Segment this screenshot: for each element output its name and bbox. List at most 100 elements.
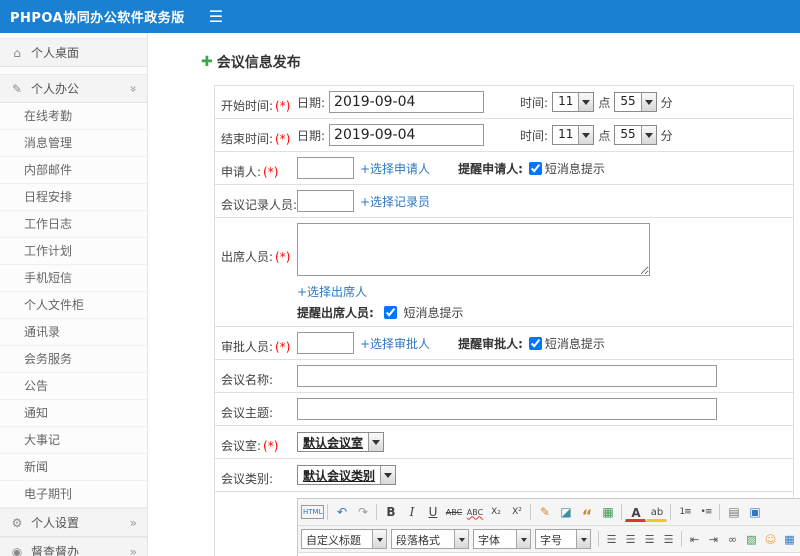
field-label: 结束时间: (*) — [215, 119, 291, 147]
sidebar-item-attendance[interactable]: 在线考勤 — [0, 103, 147, 130]
field-area — [291, 360, 793, 392]
approver-sms-checkbox[interactable] — [528, 336, 542, 350]
font-color-icon[interactable]: A — [625, 506, 647, 522]
sidebar-item-messages[interactable]: 消息管理 — [0, 130, 147, 157]
paragraph-format-select[interactable]: 段落格式 — [391, 529, 469, 549]
label-text: 会议记录人员: — [221, 198, 298, 212]
meeting-room-select[interactable]: 默认会议室 — [297, 432, 385, 452]
approver-input[interactable] — [297, 332, 354, 354]
sidebar-section-supervision[interactable]: ◉ 督查督办 » — [0, 537, 147, 556]
sidebar-item-e-journal[interactable]: 电子期刊 — [0, 481, 147, 508]
align-justify-icon[interactable]: ☰ — [659, 530, 678, 549]
sidebar-item-events[interactable]: 大事记 — [0, 427, 147, 454]
sms-label: 短消息提示 — [544, 336, 605, 351]
align-right-icon[interactable]: ☰ — [640, 530, 659, 549]
indent-icon[interactable]: ⇥ — [704, 530, 723, 549]
sidebar-item-meeting-service[interactable]: 会务服务 — [0, 346, 147, 373]
applicant-input[interactable] — [297, 157, 354, 179]
superscript-icon[interactable]: X² — [506, 502, 527, 523]
italic-icon[interactable]: I — [401, 502, 422, 523]
choose-recorder-link[interactable]: +选择记录员 — [360, 193, 430, 210]
editor-toolbar-row1: HTML ↶ ↷ B I U ABC ABC X₂ X² ✎ ◪ “ ▦ A a… — [298, 499, 800, 526]
underline-icon[interactable]: U — [422, 502, 443, 523]
sidebar-item-news[interactable]: 新闻 — [0, 454, 147, 481]
form-row-meeting-category: 会议类别: 默认会议类别 — [215, 459, 793, 492]
insert-table-icon[interactable]: ▦ — [780, 530, 799, 549]
hamburger-menu-icon[interactable]: ☰ — [209, 8, 223, 25]
spellcheck-icon[interactable]: ABC — [464, 502, 485, 523]
select-value: 默认会议室 — [303, 436, 364, 450]
sidebar-item-work-log[interactable]: 工作日志 — [0, 211, 147, 238]
sidebar-item-notices[interactable]: 通知 — [0, 400, 147, 427]
subscript-icon[interactable]: X₂ — [485, 502, 506, 523]
meeting-category-select[interactable]: 默认会议类别 — [297, 465, 397, 485]
form-row-attendees: 出席人员: (*) +选择出席人 提醒出席人员: 短消息提示 — [215, 218, 793, 327]
attendees-textarea[interactable] — [297, 223, 650, 276]
sidebar-section-settings[interactable]: ⚙ 个人设置 » — [0, 508, 147, 537]
recorder-input[interactable] — [297, 190, 354, 212]
bold-icon[interactable]: B — [380, 502, 401, 523]
page-break-icon[interactable]: ▤ — [723, 502, 744, 523]
field-area: +选择审批人 提醒审批人: 短消息提示 — [291, 327, 793, 359]
sidebar-item-sms[interactable]: 手机短信 — [0, 265, 147, 292]
undo-icon[interactable]: ↶ — [331, 502, 352, 523]
choose-approver-link[interactable]: +选择审批人 — [360, 335, 430, 352]
start-minute-select[interactable]: 55 — [614, 92, 657, 112]
date-label: 日期: — [297, 95, 326, 110]
emoticon-icon[interactable]: ☺ — [761, 530, 780, 549]
fullscreen-icon[interactable]: ▣ — [744, 502, 765, 523]
select-value: 默认会议类别 — [303, 469, 376, 483]
remind-approver-label: 提醒审批人: — [458, 336, 523, 351]
link-icon[interactable]: ∞ — [723, 530, 742, 549]
quick-format-icon[interactable]: ✎ — [534, 502, 555, 523]
field-area: +选择出席人 提醒出席人员: 短消息提示 — [291, 218, 793, 326]
sidebar-item-internal-mail[interactable]: 内部邮件 — [0, 157, 147, 184]
sidebar-item-contacts[interactable]: 通讯录 — [0, 319, 147, 346]
label-text: 会议主题: — [221, 406, 274, 420]
unordered-list-icon[interactable]: •≡ — [695, 502, 716, 523]
meeting-name-input[interactable] — [297, 365, 717, 387]
dropdown-arrow-icon — [578, 93, 594, 111]
sidebar-item-announcements[interactable]: 公告 — [0, 373, 147, 400]
sms-label: 短消息提示 — [403, 306, 464, 320]
ordered-list-icon[interactable]: 1≡ — [674, 502, 695, 523]
choose-attendees-link[interactable]: +选择出席人 — [297, 285, 367, 299]
meeting-subject-input[interactable] — [297, 398, 717, 420]
attendees-sms-checkbox[interactable] — [383, 306, 397, 319]
end-hour-select[interactable]: 11 — [552, 125, 595, 145]
font-family-select[interactable]: 字体 — [473, 529, 531, 549]
start-date-input[interactable] — [329, 91, 485, 113]
select-value: 字体 — [478, 534, 500, 547]
redo-icon[interactable]: ↷ — [352, 502, 373, 523]
html-source-icon[interactable]: HTML — [301, 505, 325, 519]
toolbar-separator — [327, 504, 329, 520]
sidebar-section-label: 个人桌面 — [31, 46, 80, 60]
custom-heading-select[interactable]: 自定义标题 — [301, 529, 387, 549]
applicant-sms-checkbox[interactable] — [528, 161, 542, 175]
align-left-icon[interactable]: ☰ — [602, 530, 621, 549]
label-text: 会议室: — [221, 439, 262, 453]
insert-image-icon[interactable]: ▨ — [742, 530, 761, 549]
required-marker: (*) — [263, 439, 279, 453]
end-date-input[interactable] — [329, 124, 485, 146]
align-center-icon[interactable]: ☰ — [621, 530, 640, 549]
insert-template-icon[interactable]: ▦ — [597, 502, 618, 523]
format-brush-icon[interactable]: ◪ — [555, 502, 576, 523]
sidebar-section-desktop[interactable]: ⌂ 个人桌面 — [0, 38, 147, 67]
end-minute-select[interactable]: 55 — [614, 125, 657, 145]
choose-applicant-link[interactable]: +选择申请人 — [360, 160, 430, 177]
strikethrough-icon[interactable]: ABC — [443, 502, 464, 523]
outdent-icon[interactable]: ⇤ — [685, 530, 704, 549]
required-marker: (*) — [275, 250, 291, 264]
sidebar-section-label: 个人设置 — [31, 516, 80, 530]
start-hour-select[interactable]: 11 — [552, 92, 595, 112]
minute-unit: 分 — [660, 95, 673, 110]
sidebar-item-schedule[interactable]: 日程安排 — [0, 184, 147, 211]
sidebar-section-office[interactable]: ✎ 个人办公 » — [0, 74, 147, 103]
font-size-select[interactable]: 字号 — [535, 529, 591, 549]
sidebar-item-file-cabinet[interactable]: 个人文件柜 — [0, 292, 147, 319]
blockquote-icon[interactable]: “ — [576, 502, 597, 524]
label-text: 出席人员: — [221, 250, 274, 264]
sidebar-item-work-plan[interactable]: 工作计划 — [0, 238, 147, 265]
highlight-color-icon[interactable]: ab — [646, 506, 668, 522]
